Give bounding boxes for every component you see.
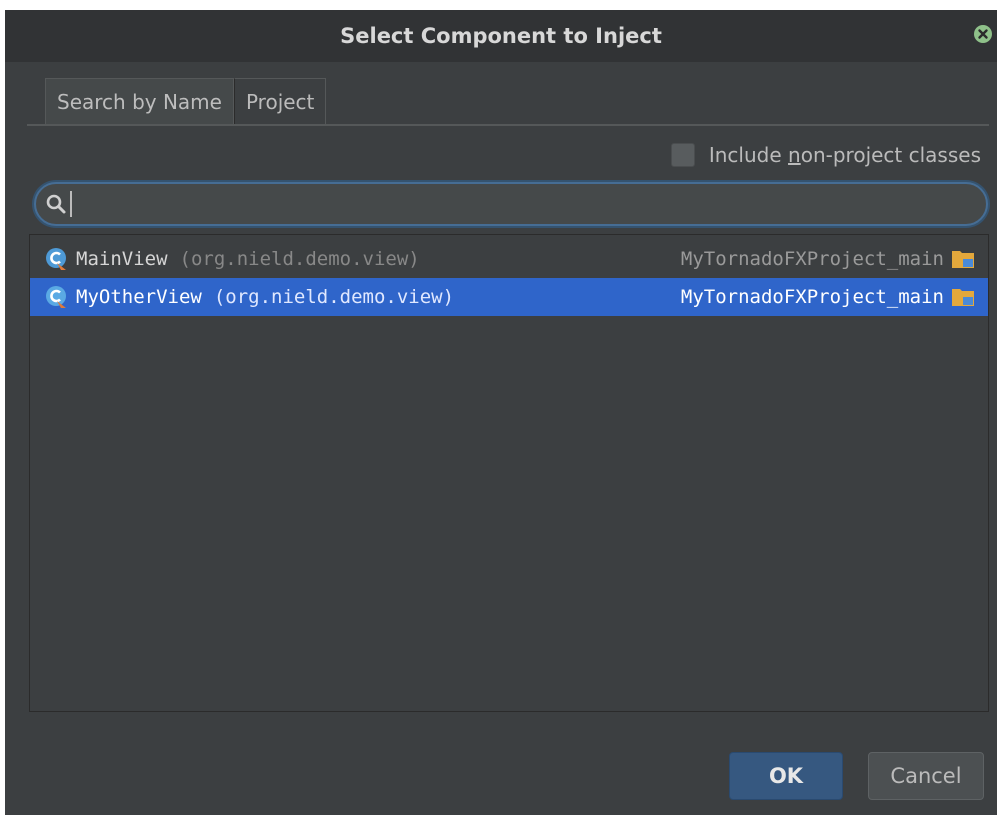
search-input[interactable]: [72, 188, 986, 220]
include-non-project-checkbox[interactable]: [670, 143, 695, 167]
tab-strip: Search by Name Project: [45, 78, 327, 124]
result-package: (org.nield.demo.view): [213, 286, 455, 308]
select-component-dialog: Select Component to Inject Search by Nam…: [5, 10, 997, 815]
result-module: MyTornadoFXProject_main: [680, 248, 944, 270]
search-icon: [46, 194, 66, 214]
tab-search-by-name[interactable]: Search by Name: [45, 78, 234, 124]
ok-button[interactable]: OK: [729, 752, 843, 800]
tab-project[interactable]: Project: [233, 78, 327, 124]
result-row[interactable]: MainView (org.nield.demo.view) MyTornado…: [30, 240, 988, 278]
result-module: MyTornadoFXProject_main: [680, 286, 944, 308]
dialog-titlebar: Select Component to Inject: [5, 10, 997, 62]
include-non-project-label[interactable]: Include non-project classes: [709, 143, 981, 167]
module-folder-icon: [952, 289, 974, 306]
result-row-selected[interactable]: MyOtherView (org.nield.demo.view) MyTorn…: [30, 278, 988, 316]
results-list[interactable]: MainView (org.nield.demo.view) MyTornado…: [29, 234, 989, 712]
close-icon[interactable]: [973, 24, 993, 44]
include-non-project-option[interactable]: Include non-project classes: [670, 143, 981, 167]
module-folder-icon: [952, 251, 974, 268]
cancel-button[interactable]: Cancel: [868, 752, 984, 800]
result-package: (org.nield.demo.view): [179, 248, 420, 270]
dialog-title: Select Component to Inject: [340, 24, 662, 48]
tab-divider: [27, 124, 989, 126]
result-class-name: MyOtherView: [76, 286, 202, 308]
result-class-name: MainView: [76, 248, 168, 270]
class-icon: [46, 286, 66, 308]
search-field[interactable]: [34, 182, 988, 226]
class-icon: [46, 248, 66, 270]
